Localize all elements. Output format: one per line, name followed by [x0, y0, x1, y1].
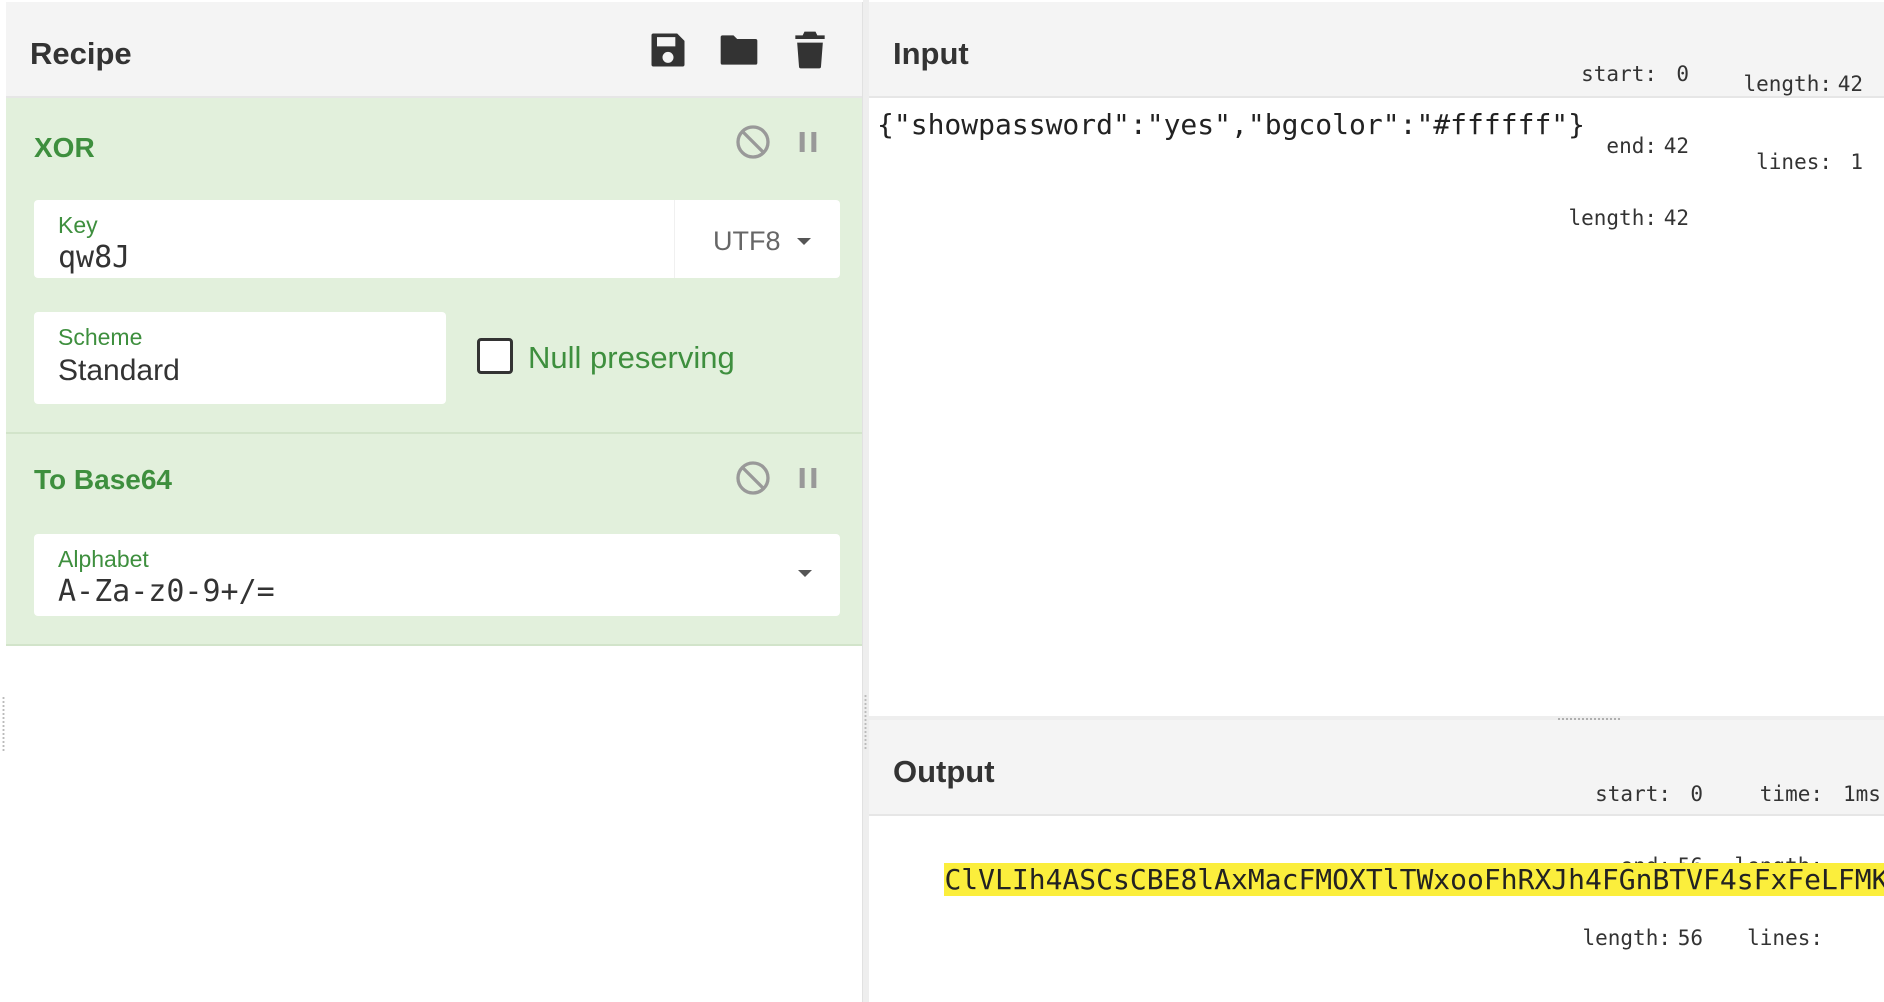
input-pane: Input start: end: length: 0 42 42 length… — [869, 2, 1884, 716]
output-pane: Output start: end: length: 0 56 56 time:… — [869, 720, 1884, 1002]
input-lines-value: 1 — [1850, 150, 1863, 174]
input-start-value: 0 — [1676, 62, 1689, 86]
pause-icon[interactable] — [788, 458, 828, 498]
recipe-header: Recipe — [6, 2, 862, 98]
output-totals-values-clip: 1ms 56 1 — [1835, 734, 1884, 810]
operation-to-base64[interactable]: To Base64 Alphabet A-Za-z0-9+/= — [6, 434, 862, 646]
input-end-value: 42 — [1663, 134, 1689, 158]
chevron-down-icon[interactable] — [798, 570, 812, 577]
disable-icon[interactable] — [733, 458, 773, 498]
output-start-value: 0 — [1690, 782, 1703, 806]
input-totals-values: 42 1 — [1835, 24, 1863, 222]
recipe-pane: Recipe XOR Key qw8J UTF8 Scheme Standard… — [2, 2, 863, 1002]
key-field[interactable]: Key qw8J UTF8 — [34, 200, 840, 278]
input-lines-label: lines: — [1756, 150, 1832, 174]
key-encoding-select[interactable]: UTF8 — [674, 200, 841, 278]
output-title: Output — [893, 754, 995, 789]
output-time-label: time: — [1759, 782, 1823, 806]
pause-icon[interactable] — [788, 122, 828, 162]
input-textarea[interactable]: {"showpassword":"yes","bgcolor":"#ffffff… — [877, 108, 1585, 141]
output-textarea[interactable]: ClVLIh4ASCsCBE8lAxMacFMOXTlTWxooFhRXJh4F… — [877, 830, 1884, 929]
input-totals-labels: length: lines: — [1724, 24, 1832, 222]
alphabet-label: Alphabet — [58, 546, 149, 572]
input-selection-labels: start: end: length: — [1549, 14, 1657, 278]
operation-title: XOR — [34, 132, 95, 163]
operation-xor[interactable]: XOR Key qw8J UTF8 Scheme Standard Null p… — [6, 98, 862, 434]
scheme-label: Scheme — [58, 324, 143, 350]
scheme-value: Standard — [58, 354, 180, 387]
key-input[interactable]: qw8J — [58, 240, 130, 275]
input-length-label: length: — [1568, 206, 1657, 230]
alphabet-field[interactable]: Alphabet A-Za-z0-9+/= — [34, 534, 840, 616]
divider-grip — [864, 694, 867, 750]
output-time-value: 1ms — [1843, 782, 1881, 806]
output-length-value: 56 — [1677, 926, 1703, 950]
input-length-value: 42 — [1663, 206, 1689, 230]
key-encoding-value: UTF8 — [713, 226, 781, 256]
input-header: Input start: end: length: 0 42 42 length… — [869, 2, 1884, 230]
output-length-label: length: — [1582, 926, 1671, 950]
key-label: Key — [58, 212, 98, 238]
input-selection-values: 0 42 42 — [1661, 14, 1689, 278]
scheme-select[interactable]: Scheme Standard — [34, 312, 446, 404]
input-total-length-value: 42 — [1837, 72, 1863, 96]
null-preserving-checkbox[interactable] — [477, 338, 513, 374]
output-start-label: start: — [1595, 782, 1671, 806]
left-resize-handle[interactable] — [2, 696, 5, 752]
input-title: Input — [893, 36, 969, 71]
output-totals-values: 1ms 56 1 — [1843, 734, 1884, 810]
null-preserving-label[interactable]: Null preserving — [528, 340, 735, 376]
output-text: ClVLIh4ASCsCBE8lAxMacFMOXTlTWxooFhRXJh4F… — [944, 863, 1884, 896]
trash-icon[interactable] — [788, 28, 832, 72]
input-total-length-label: length: — [1743, 72, 1832, 96]
chevron-down-icon — [797, 238, 811, 245]
output-lines-label: lines: — [1747, 926, 1823, 950]
output-header: Output start: end: length: 0 56 56 time:… — [869, 720, 1884, 950]
alphabet-input[interactable]: A-Za-z0-9+/= — [58, 574, 275, 609]
input-start-label: start: — [1581, 62, 1657, 86]
folder-icon[interactable] — [717, 28, 761, 72]
disable-icon[interactable] — [733, 122, 773, 162]
operation-title: To Base64 — [34, 464, 172, 495]
recipe-title: Recipe — [30, 36, 132, 71]
save-icon[interactable] — [646, 28, 690, 72]
